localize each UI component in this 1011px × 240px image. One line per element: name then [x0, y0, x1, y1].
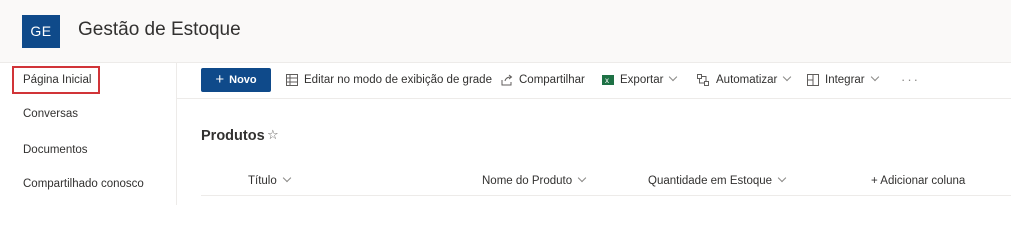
integrate-icon: [807, 73, 819, 86]
new-button[interactable]: + Novo: [201, 68, 271, 92]
site-logo[interactable]: GE: [22, 15, 60, 48]
automate-button[interactable]: Automatizar: [697, 68, 792, 92]
grid-edit-label: Editar no modo de exibição de grade: [304, 74, 492, 86]
new-button-label: Novo: [229, 74, 257, 86]
chevron-down-icon: [282, 173, 292, 183]
column-header-label: Nome do Produto: [482, 175, 573, 187]
chevron-down-icon: [870, 72, 879, 82]
grid-icon: [286, 73, 298, 86]
site-header: GE Gestão de Estoque: [0, 0, 1011, 63]
header-divider: [201, 195, 1011, 196]
more-commands-button[interactable]: ···: [901, 68, 920, 92]
chevron-down-icon: [783, 72, 792, 82]
column-header-label: Título: [248, 175, 277, 187]
plus-icon: +: [215, 71, 225, 88]
export-label: Exportar: [620, 74, 664, 86]
column-header-titulo[interactable]: Título: [248, 172, 292, 190]
nav-item-pagina-inicial[interactable]: Página Inicial: [12, 66, 100, 94]
column-header-quantidade-em-estoque[interactable]: Quantidade em Estoque: [648, 172, 787, 190]
chevron-down-icon: [577, 173, 587, 183]
favorite-star-icon[interactable]: ☆: [267, 127, 279, 143]
share-button[interactable]: Compartilhar: [501, 68, 585, 92]
grid-edit-button[interactable]: Editar no modo de exibição de grade: [286, 68, 492, 92]
command-bar: + Novo Editar no modo de exibição de grad…: [177, 62, 1011, 99]
share-label: Compartilhar: [519, 74, 585, 86]
export-button[interactable]: x Exportar: [602, 68, 678, 92]
chevron-down-icon: [669, 72, 678, 82]
share-icon: [501, 74, 513, 86]
add-column-button[interactable]: + Adicionar coluna: [871, 172, 965, 190]
nav-item-conversas[interactable]: Conversas: [13, 100, 173, 128]
automate-icon: [697, 73, 709, 86]
chevron-down-icon: [777, 173, 787, 183]
svg-text:x: x: [605, 76, 609, 85]
site-title[interactable]: Gestão de Estoque: [78, 19, 241, 41]
integrate-button[interactable]: Integrar: [807, 68, 879, 92]
list-title: Produtos: [201, 128, 265, 144]
integrate-label: Integrar: [825, 74, 865, 86]
automate-label: Automatizar: [716, 74, 778, 86]
nav-item-documentos[interactable]: Documentos: [13, 136, 173, 164]
column-header-nome-do-produto[interactable]: Nome do Produto: [482, 172, 587, 190]
left-navigation: Página Inicial Conversas Documentos Comp…: [0, 62, 177, 205]
column-header-label: Quantidade em Estoque: [648, 175, 773, 187]
nav-item-compartilhado-conosco[interactable]: Compartilhado conosco: [13, 170, 173, 198]
excel-icon: x: [602, 74, 614, 85]
